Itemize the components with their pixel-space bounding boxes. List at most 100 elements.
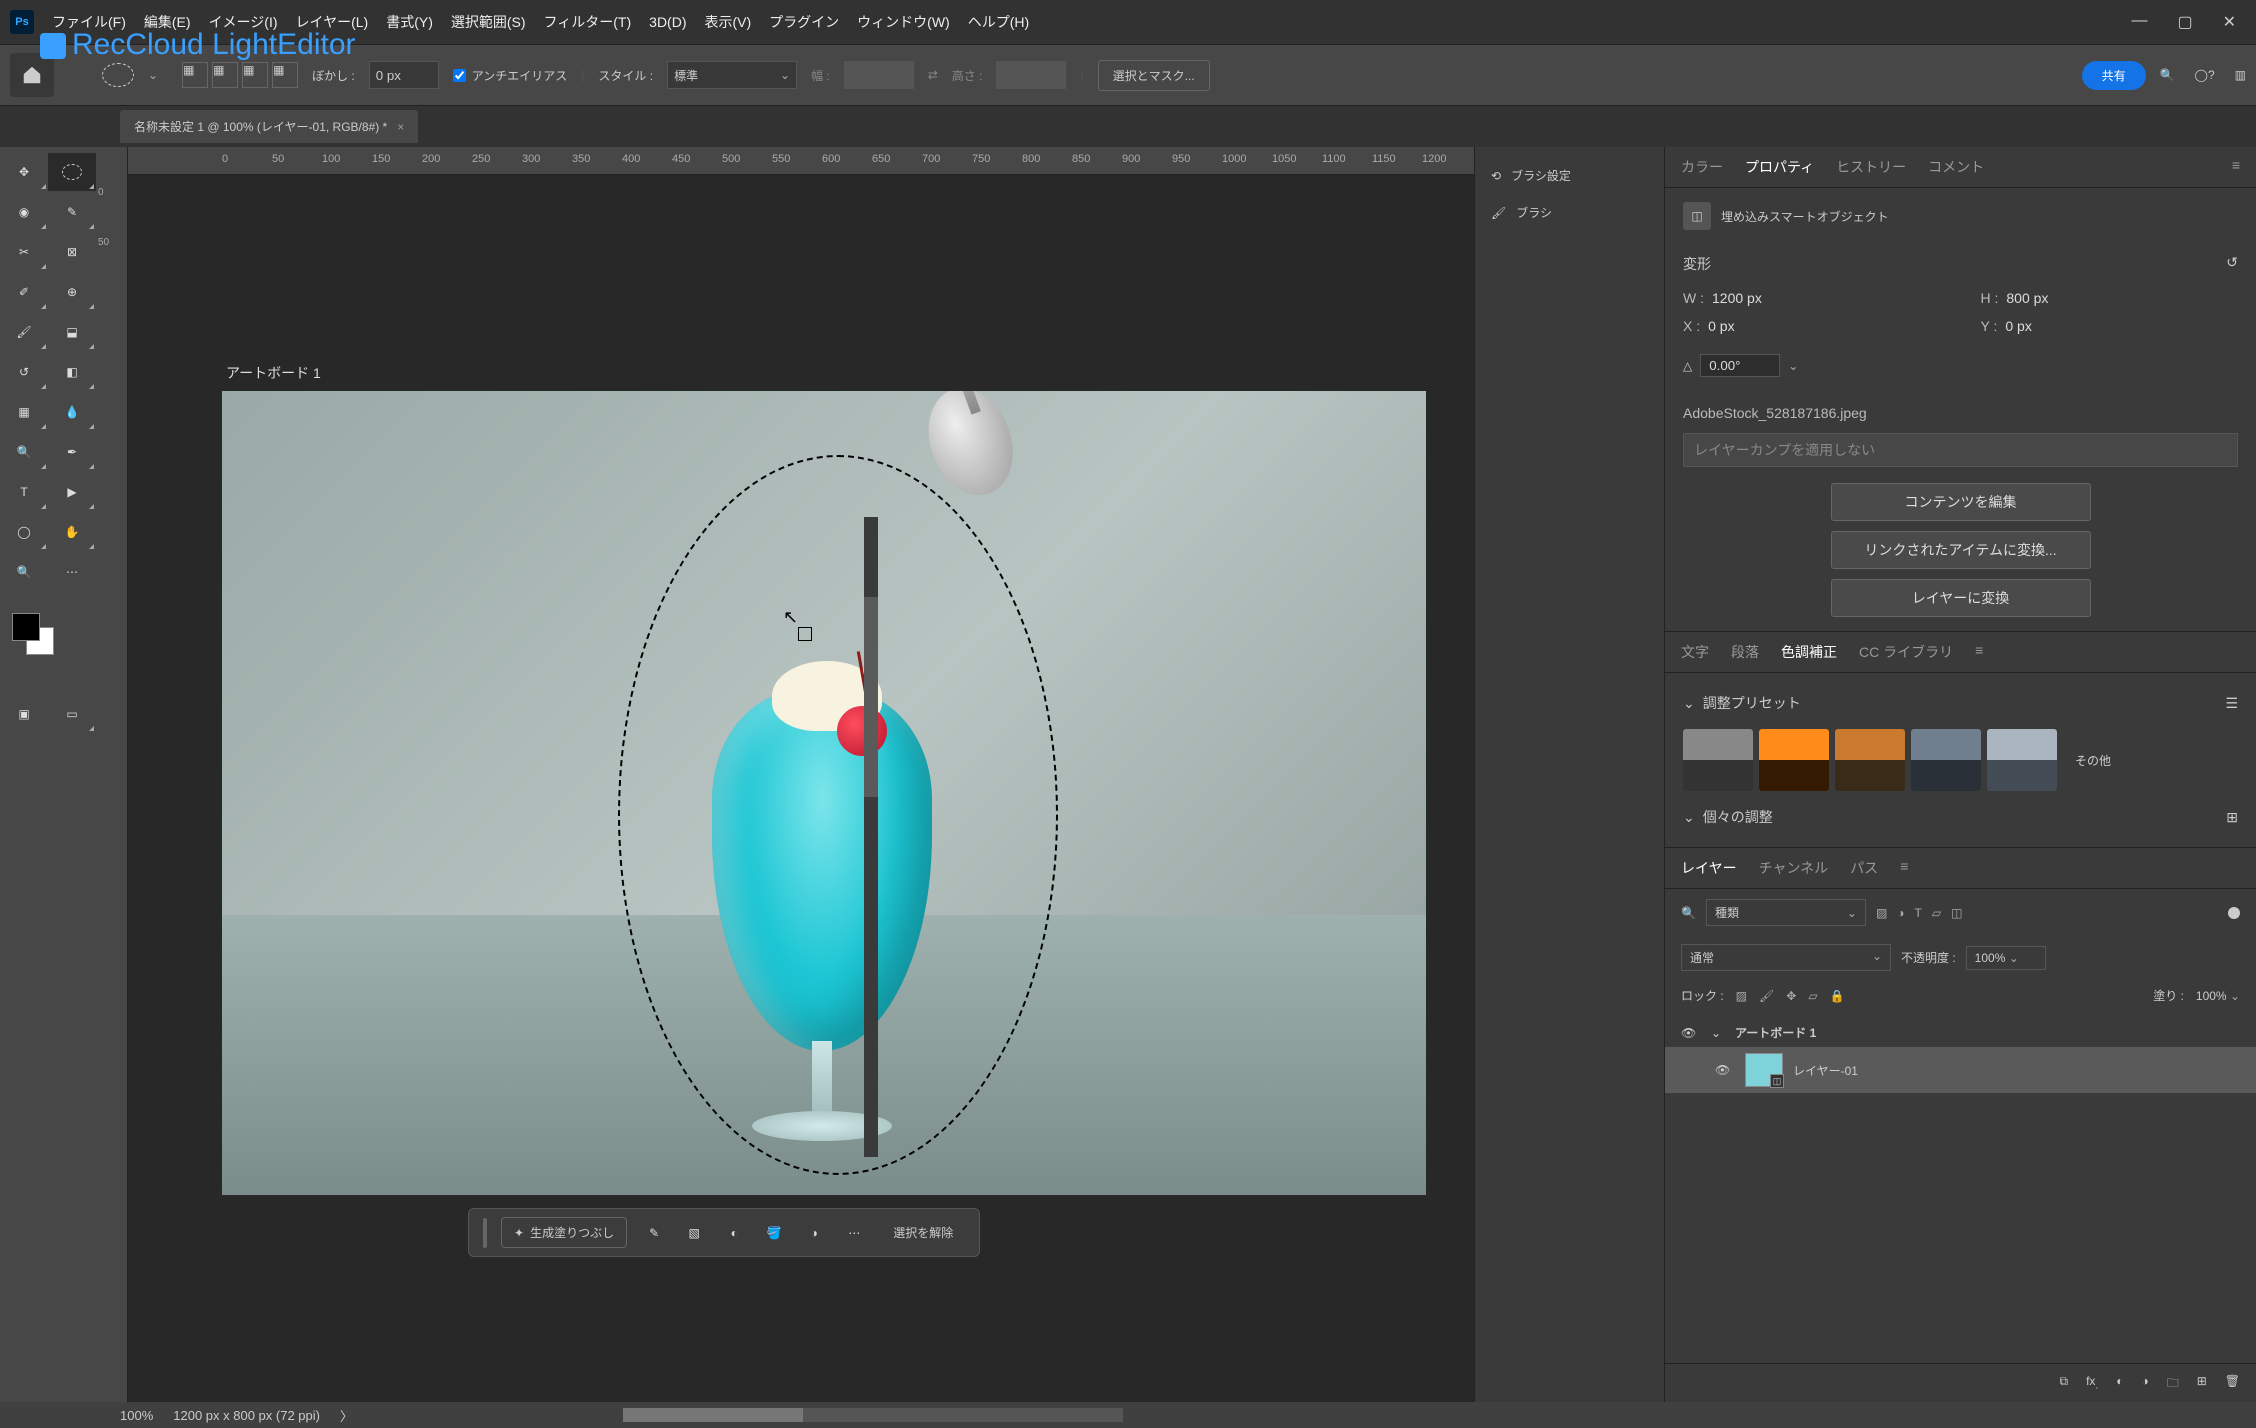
invert-selection-icon[interactable]: ◐ — [721, 1220, 747, 1246]
quick-select-tool[interactable]: ✎ — [48, 193, 96, 231]
blend-mode-dropdown[interactable]: 通常 — [1681, 944, 1891, 971]
color-swatches[interactable] — [0, 613, 50, 663]
screenmode-tool[interactable]: ▭ — [48, 695, 96, 733]
artboard-label[interactable]: アートボード 1 — [226, 363, 321, 383]
dodge-tool[interactable]: 🔍 — [0, 433, 48, 471]
menu-filter[interactable]: フィルター(T) — [544, 12, 632, 32]
zoom-level[interactable]: 100% — [120, 1408, 153, 1423]
lock-artboard-icon[interactable]: ▱ — [1808, 989, 1817, 1003]
marquee-tool[interactable] — [48, 153, 96, 191]
vertical-scrollbar[interactable] — [864, 517, 878, 1157]
drag-handle[interactable] — [483, 1218, 487, 1248]
share-button[interactable]: 共有 — [2082, 61, 2146, 90]
more-icon[interactable]: ⋯ — [841, 1220, 867, 1246]
preset-thumb[interactable] — [1987, 729, 2057, 791]
reset-icon[interactable] — [2226, 254, 2238, 274]
select-and-mask-button[interactable]: 選択とマスク... — [1098, 60, 1210, 91]
adjust-icon[interactable]: ◑ — [801, 1220, 827, 1246]
x-value[interactable]: 0 px — [1708, 318, 1734, 334]
feather-input[interactable] — [369, 61, 439, 89]
search-icon[interactable]: 🔍 — [2160, 68, 2175, 82]
preset-thumb[interactable] — [1911, 729, 1981, 791]
generative-fill-button[interactable]: ✦生成塗りつぶし — [501, 1217, 627, 1248]
angle-input[interactable] — [1700, 354, 1780, 377]
move-tool[interactable]: ✥ — [0, 153, 48, 191]
filter-shape-icon[interactable]: ▱ — [1932, 906, 1941, 920]
convert-linked-button[interactable]: リンクされたアイテムに変換... — [1831, 531, 2091, 569]
tab-history[interactable]: ヒストリー — [1836, 157, 1906, 177]
tab-cc-libraries[interactable]: CC ライブラリ — [1859, 642, 1953, 662]
tool-preset-dropdown[interactable] — [148, 68, 158, 82]
filter-smart-icon[interactable]: ◫ — [1951, 906, 1962, 920]
grid-view-icon[interactable]: ⊞ — [2226, 809, 2238, 826]
tab-properties[interactable]: プロパティ — [1745, 157, 1814, 177]
antialias-checkbox[interactable]: アンチエイリアス — [453, 67, 568, 84]
filter-type-icon[interactable]: T — [1915, 906, 1922, 920]
lock-transparency-icon[interactable]: ▨ — [1736, 989, 1747, 1003]
brush-panel[interactable]: 🖌ブラシ — [1475, 194, 1664, 231]
fill-icon[interactable]: 🪣 — [761, 1220, 787, 1246]
lock-position-icon[interactable]: ✥ — [1786, 989, 1796, 1003]
eraser-tool[interactable]: ◧ — [48, 353, 96, 391]
filter-image-icon[interactable]: ▨ — [1876, 906, 1887, 920]
healing-tool[interactable]: ⊕ — [48, 273, 96, 311]
menu-image[interactable]: イメージ(I) — [209, 12, 278, 32]
panel-menu-icon-3[interactable]: ≡ — [1900, 858, 1908, 878]
layer-thumbnail[interactable]: ◫ — [1745, 1053, 1783, 1087]
selection-new-icon[interactable]: ▦ — [182, 62, 208, 88]
style-dropdown[interactable]: 標準 — [667, 61, 797, 89]
edit-contents-button[interactable]: コンテンツを編集 — [1831, 483, 2091, 521]
layer-name[interactable]: アートボード 1 — [1735, 1024, 1816, 1041]
status-caret-icon[interactable]: 〉 — [340, 1406, 353, 1425]
tab-layers[interactable]: レイヤー — [1681, 858, 1737, 878]
tab-comments[interactable]: コメント — [1928, 157, 1984, 177]
new-group-icon[interactable]: 🗀 — [2167, 1374, 2179, 1395]
ellipse-marquee-icon[interactable] — [102, 63, 134, 87]
brush-settings-icon[interactable]: ✎ — [641, 1220, 667, 1246]
filter-kind-dropdown[interactable]: 種類 — [1706, 899, 1866, 926]
lasso-tool[interactable]: ◉ — [0, 193, 48, 231]
menu-3d[interactable]: 3D(D) — [649, 14, 686, 30]
workspace-icon[interactable]: ▥ — [2235, 68, 2246, 82]
menu-plugins[interactable]: プラグイン — [769, 12, 839, 32]
deselect-button[interactable]: 選択を解除 — [881, 1218, 965, 1247]
document-tab[interactable]: 名称未設定 1 @ 100% (レイヤー-01, RGB/8#) * × — [120, 110, 418, 143]
convert-layer-button[interactable]: レイヤーに変換 — [1831, 579, 2091, 617]
tab-paths[interactable]: パス — [1850, 858, 1878, 878]
tab-paragraph[interactable]: 段落 — [1731, 642, 1759, 662]
artboard[interactable] — [222, 391, 1426, 1195]
gradient-tool[interactable]: ▦ — [0, 393, 48, 431]
eyedropper-tool[interactable]: ✐ — [0, 273, 48, 311]
preset-thumb[interactable] — [1759, 729, 1829, 791]
menu-help[interactable]: ヘルプ(H) — [968, 12, 1029, 32]
layer-comp-dropdown[interactable]: レイヤーカンプを適用しない — [1683, 433, 2238, 467]
selection-subtract-icon[interactable]: ▦ — [242, 62, 268, 88]
hand-tool[interactable]: ✋ — [48, 513, 96, 551]
preset-thumb[interactable] — [1683, 729, 1753, 791]
new-adjustment-icon[interactable]: ◑ — [2141, 1374, 2148, 1395]
lock-paint-icon[interactable]: 🖌 — [1759, 989, 1774, 1003]
help-icon[interactable]: ◯? — [2195, 68, 2215, 82]
layer-name[interactable]: レイヤー-01 — [1793, 1062, 1858, 1079]
zoom-tool[interactable]: 🔍 — [0, 553, 48, 591]
collapse-icon[interactable]: ⌄ — [1711, 1026, 1725, 1040]
history-brush-tool[interactable]: ↺ — [0, 353, 48, 391]
menu-view[interactable]: 表示(V) — [705, 12, 752, 32]
horizontal-scrollbar[interactable] — [623, 1408, 1123, 1422]
blur-tool[interactable]: 💧 — [48, 393, 96, 431]
chevron-down-icon[interactable]: ⌄ — [1683, 695, 1695, 712]
delete-layer-icon[interactable]: 🗑 — [2225, 1374, 2240, 1395]
filter-toggle[interactable] — [2228, 907, 2240, 919]
tab-channels[interactable]: チャンネル — [1759, 858, 1829, 878]
link-layers-icon[interactable]: ⧉ — [2059, 1374, 2068, 1395]
filter-search-icon[interactable]: 🔍 — [1681, 906, 1696, 920]
list-view-icon[interactable]: ☰ — [2225, 695, 2238, 712]
artboard-layer-item[interactable]: 👁 ⌄ アートボード 1 — [1665, 1018, 2256, 1047]
brush-tool[interactable]: 🖌 — [0, 313, 48, 351]
pen-tool[interactable]: ✒ — [48, 433, 96, 471]
selection-intersect-icon[interactable]: ▦ — [272, 62, 298, 88]
preset-thumb[interactable] — [1835, 729, 1905, 791]
opacity-input[interactable]: 100% — [1966, 946, 2046, 970]
foreground-color[interactable] — [12, 613, 40, 641]
tab-color[interactable]: カラー — [1681, 157, 1723, 177]
